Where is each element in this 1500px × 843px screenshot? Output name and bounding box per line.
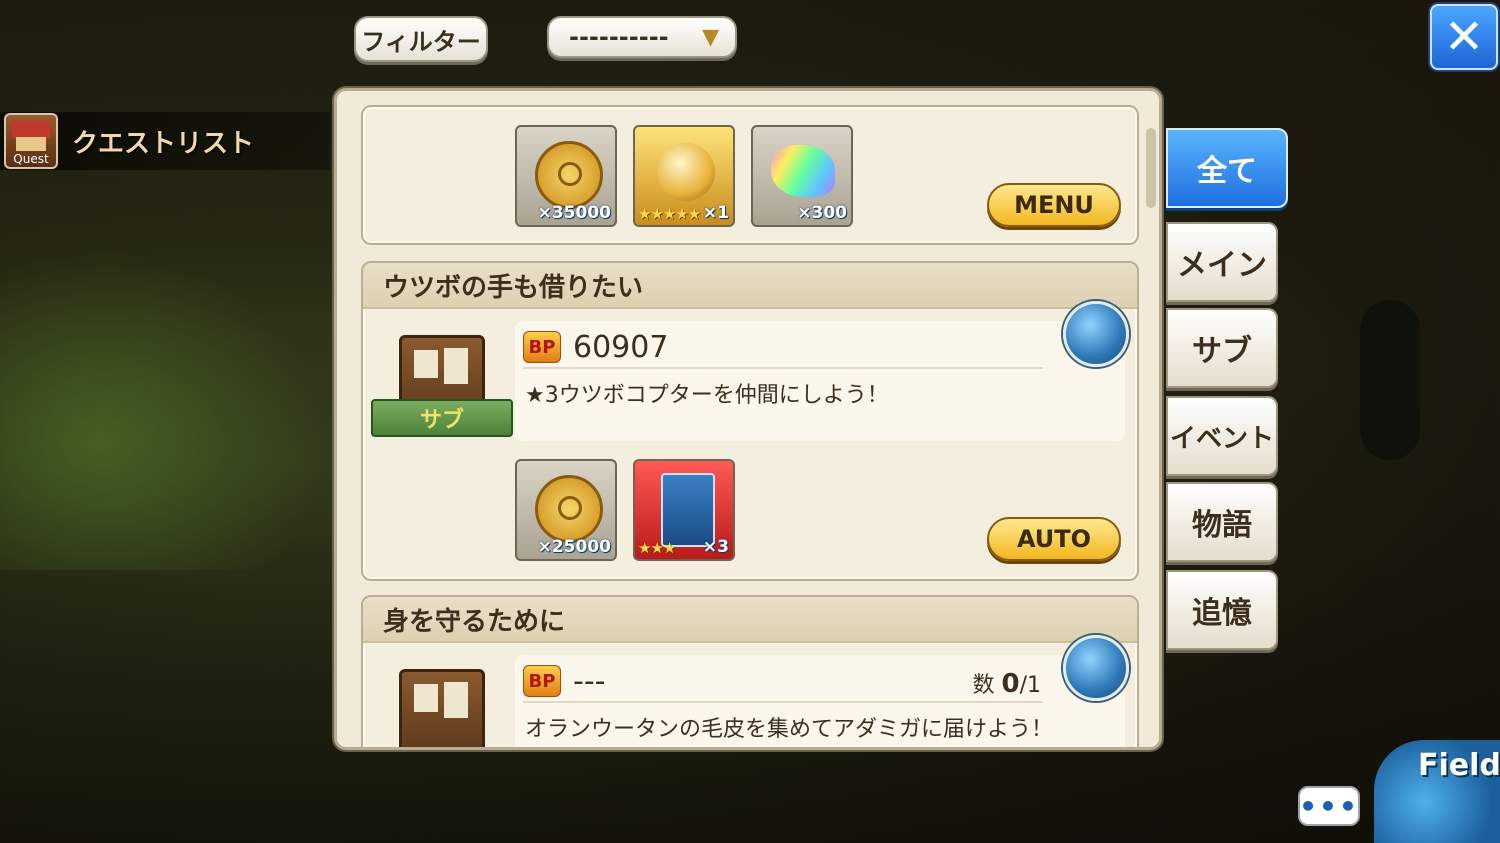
bp-icon: BP (523, 665, 561, 697)
count-total: /1 (1019, 673, 1041, 698)
quest-giver-icon (1063, 635, 1129, 701)
reward-item[interactable]: ×300 (751, 125, 853, 227)
bp-row: BP --- (523, 661, 1043, 703)
reward-item[interactable]: ★★★★★ ×1 (633, 125, 735, 227)
quest-list-header: Quest クエストリスト (0, 112, 330, 170)
golden-orb-icon (657, 143, 715, 201)
reward-item[interactable]: ×25000 (515, 459, 617, 561)
tab-main[interactable]: メイン (1166, 222, 1278, 302)
close-button[interactable]: ✕ (1430, 4, 1498, 70)
quest-icon-label: Quest (13, 152, 49, 166)
count-value: 0 (1001, 669, 1020, 699)
quest-info: BP --- 数 0/1 オランウータンの毛皮を集めてアダミガに届けよう！ (515, 655, 1125, 747)
reward-qty: ×35000 (537, 203, 611, 223)
menu-button[interactable]: MENU (987, 183, 1121, 227)
quest-board-icon (399, 669, 485, 747)
quest-card: ウツボの手も借りたい サブ BP 60907 ★3ウツボコプターを仲間にしよう！… (361, 261, 1139, 581)
reward-qty: ×25000 (537, 537, 611, 557)
field-label: Field (1418, 748, 1500, 783)
quest-card: 身を守るために BP --- 数 0/1 オランウータンの毛皮を集めてアダミガに… (361, 595, 1139, 747)
quest-title: ウツボの手も借りたい (363, 263, 1137, 309)
reward-qty: ×3 (702, 537, 729, 557)
rarity-stars: ★★★★★ (638, 205, 701, 223)
tab-event[interactable]: イベント (1166, 396, 1278, 476)
bp-icon: BP (523, 331, 561, 363)
count-label: 数 (972, 673, 995, 698)
reward-qty: ×300 (797, 203, 847, 223)
quest-description: ★3ウツボコプターを仲間にしよう！ (525, 383, 889, 408)
page-title: クエストリスト (72, 128, 255, 159)
coin-icon (535, 141, 603, 209)
background-grass (0, 250, 330, 570)
tab-all[interactable]: 全て (1166, 128, 1288, 208)
progress-count: 数 0/1 (972, 667, 1041, 699)
background-pole (1360, 300, 1420, 460)
scrollbar[interactable] (1146, 128, 1156, 208)
chevron-down-icon: ▼ (702, 24, 719, 50)
reward-item[interactable]: ×35000 (515, 125, 617, 227)
quest-icon: Quest (4, 113, 58, 169)
filter-select-value: ---------- (569, 23, 669, 51)
filter-button[interactable]: フィルター (354, 16, 488, 62)
rainbow-crystal-icon (771, 145, 835, 197)
tab-memory[interactable]: 追憶 (1166, 570, 1278, 650)
rarity-stars: ★★★ (638, 539, 676, 557)
bp-value: --- (573, 663, 606, 699)
bp-value: 60907 (573, 329, 669, 365)
coin-icon (535, 475, 603, 543)
tab-sub[interactable]: サブ (1166, 308, 1278, 388)
quest-giver-icon (1063, 301, 1129, 367)
auto-button[interactable]: AUTO (987, 517, 1121, 561)
tab-story[interactable]: 物語 (1166, 482, 1278, 562)
bp-row: BP 60907 (523, 327, 1043, 369)
quest-info: BP 60907 ★3ウツボコプターを仲間にしよう！ (515, 321, 1125, 441)
quest-description: オランウータンの毛皮を集めてアダミガに届けよう！ (525, 717, 1054, 742)
spellbook-icon (661, 473, 715, 547)
quest-card: ×35000 ★★★★★ ×1 ×300 MENU (361, 105, 1139, 245)
chat-icon: ••• (1299, 789, 1359, 823)
quest-title: 身を守るために (363, 597, 1137, 643)
close-icon: ✕ (1443, 9, 1485, 65)
quest-list-panel[interactable]: ×35000 ★★★★★ ×1 ×300 MENU ウツボの手も借りたい サブ … (334, 88, 1162, 750)
filter-select[interactable]: ---------- ▼ (547, 16, 737, 58)
reward-item[interactable]: ★★★ ×3 (633, 459, 735, 561)
category-ribbon: サブ (371, 399, 513, 437)
chat-button[interactable]: ••• (1298, 786, 1360, 826)
reward-qty: ×1 (702, 203, 729, 223)
